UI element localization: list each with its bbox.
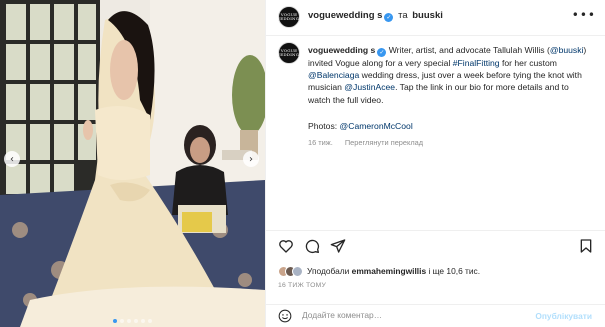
caption-author[interactable]: voguewedding s — [308, 45, 375, 55]
carousel-dot — [148, 319, 152, 323]
carousel-dots — [113, 319, 152, 323]
heart-icon[interactable] — [278, 238, 294, 254]
collaborator-username[interactable]: buuski — [412, 10, 443, 21]
author-avatar[interactable]: VOGUE WEDDINGS — [275, 6, 303, 28]
wedding-photo-illustration — [0, 0, 265, 327]
next-slide-button[interactable]: › — [243, 151, 259, 167]
caption-age: 16 тиж. — [308, 138, 333, 147]
caption-meta: 16 тиж. Переглянути переклад — [308, 138, 423, 147]
likes-count[interactable]: і ще 10,6 тис. — [426, 266, 480, 276]
caption-link[interactable]: #FinalFitting — [453, 58, 500, 68]
more-horizontal-icon: ••• — [571, 8, 596, 22]
chevron-right-icon: › — [249, 153, 253, 165]
post-timestamp: 16 ТИЖ ТОМУ — [278, 282, 326, 289]
likes-user[interactable]: emmahemingwillis — [352, 266, 426, 276]
post-photo[interactable]: ‹ › — [0, 0, 265, 327]
photo-credit-link[interactable]: @CameronMcCool — [340, 121, 413, 131]
carousel-dot — [134, 319, 138, 323]
bookmark-icon[interactable] — [578, 238, 594, 254]
caption-link[interactable]: @Balenciaga — [308, 70, 359, 80]
previous-slide-button[interactable]: ‹ — [4, 151, 20, 167]
liker-avatar — [292, 265, 303, 277]
collab-connector: та — [398, 10, 408, 21]
photo-credit-label: Photos: — [308, 121, 340, 131]
carousel-dot — [120, 319, 124, 323]
emoji-icon[interactable] — [278, 309, 292, 323]
post-header: VOGUE WEDDINGS voguewedding s ✓ та buuski… — [266, 0, 605, 36]
avatar-text: VOGUE WEDDINGS — [275, 48, 303, 57]
avatar-text: VOGUE WEDDINGS — [275, 12, 303, 21]
caption-link[interactable]: @buuski — [550, 45, 584, 55]
chevron-left-icon: ‹ — [10, 153, 14, 165]
likes-summary[interactable]: Уподобали emmahemingwillis і ще 10,6 тис… — [278, 264, 480, 278]
likes-prefix: Уподобали — [307, 266, 352, 276]
author-username[interactable]: voguewedding s — [308, 10, 382, 21]
more-options-button[interactable]: ••• — [572, 8, 596, 22]
verified-badge-icon: ✓ — [384, 13, 394, 22]
comment-icon[interactable] — [304, 238, 320, 254]
caption-avatar[interactable]: VOGUE WEDDINGS — [275, 42, 303, 64]
caption-text: voguewedding s ✓ Writer, artist, and advo… — [308, 44, 593, 106]
action-bar — [266, 230, 605, 258]
header-usernames: voguewedding s ✓ та buuski — [308, 10, 443, 22]
carousel-dot — [141, 319, 145, 323]
caption-segment: Writer, artist, and advocate Tallulah Wi… — [386, 45, 550, 55]
caption-segment: for her custom — [499, 58, 557, 68]
carousel-dot — [127, 319, 131, 323]
verified-badge-icon: ✓ — [377, 48, 387, 57]
comment-input[interactable] — [302, 310, 512, 320]
share-icon[interactable] — [330, 238, 346, 254]
caption-link[interactable]: @JustinAcee — [344, 82, 395, 92]
photo-credit: Photos: @CameronMcCool — [308, 121, 413, 131]
likes-text: Уподобали emmahemingwillis і ще 10,6 тис… — [307, 266, 480, 276]
carousel-dot — [113, 319, 117, 323]
post-details-panel: VOGUE WEDDINGS voguewedding s ✓ та buuski… — [265, 0, 605, 327]
publish-button[interactable]: Опублікувати — [535, 311, 592, 321]
comment-bar: Опублікувати — [266, 304, 605, 327]
see-translation-link[interactable]: Переглянути переклад — [345, 138, 423, 147]
